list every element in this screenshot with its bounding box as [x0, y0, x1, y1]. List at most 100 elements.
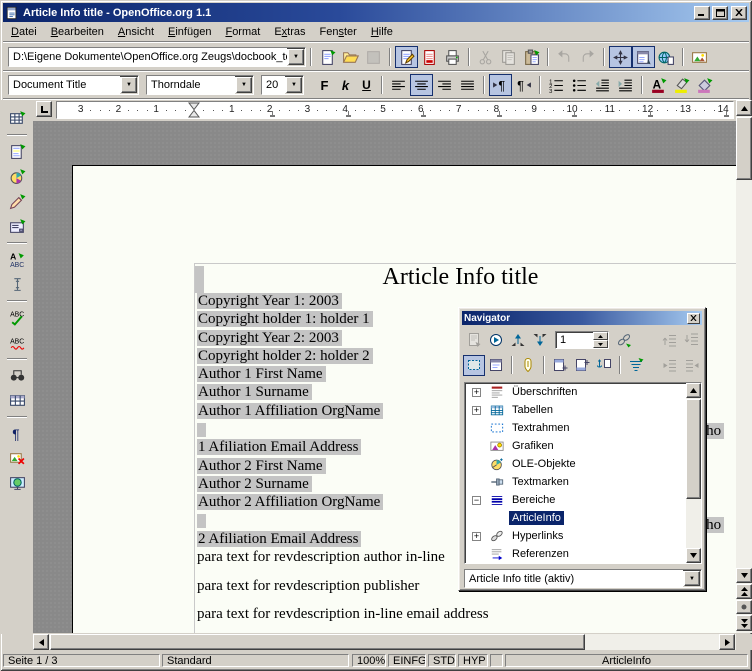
decrease-indent-button[interactable]: [591, 74, 614, 96]
menu-ansicht[interactable]: Ansicht: [111, 24, 161, 40]
tree-item-label[interactable]: ArticleInfo: [509, 511, 564, 525]
align-justify-button[interactable]: [456, 74, 479, 96]
menu-format[interactable]: Format: [218, 24, 267, 40]
minimize-button[interactable]: [694, 6, 710, 20]
autotext-button[interactable]: AABC: [4, 247, 30, 271]
font-color-button[interactable]: A: [647, 74, 670, 96]
menu-einfgen[interactable]: Einfügen: [161, 24, 218, 40]
tree-scroll-thumb[interactable]: [686, 399, 701, 499]
data-sources-button[interactable]: [4, 388, 30, 412]
status-page-style[interactable]: Standard: [162, 654, 349, 667]
tree-item-articleinfo[interactable]: ArticleInfo: [465, 509, 701, 527]
menu-datei[interactable]: Datei: [4, 24, 44, 40]
nonprinting-characters-button[interactable]: ¶: [4, 421, 30, 445]
list-box-button[interactable]: [463, 355, 485, 376]
close-button[interactable]: [731, 6, 747, 20]
spin-up-button[interactable]: [593, 332, 608, 340]
status-hyperlink-mode[interactable]: HYP: [458, 654, 488, 667]
tree-scroll-down-button[interactable]: [686, 548, 701, 563]
tree-item-grafiken[interactable]: Grafiken: [465, 437, 701, 455]
new-document-button[interactable]: [316, 46, 339, 68]
maximize-button[interactable]: [712, 6, 728, 20]
tree-item-label[interactable]: Grafiken: [509, 439, 557, 453]
document-title-text[interactable]: Article Info title: [197, 264, 724, 292]
font-name-combobox[interactable]: Thorndale ▼: [146, 75, 254, 95]
navigator-content-tree[interactable]: +Überschriften+TabellenTextrahmenGrafike…: [464, 382, 702, 564]
tree-scrollbar[interactable]: [686, 383, 701, 563]
navigator-close-button[interactable]: [687, 313, 700, 324]
numbering-button[interactable]: 123: [545, 74, 568, 96]
export-pdf-button[interactable]: [418, 46, 441, 68]
tree-item-textmarken[interactable]: Textmarken: [465, 473, 701, 491]
navigation-button[interactable]: [485, 330, 507, 351]
autospellcheck-button[interactable]: ABC: [4, 330, 30, 354]
tree-scroll-up-button[interactable]: [686, 383, 701, 398]
edit-file-button[interactable]: [395, 46, 418, 68]
scroll-right-button[interactable]: [719, 634, 735, 650]
scroll-left-button[interactable]: [33, 634, 49, 650]
insert-objects-button[interactable]: [4, 164, 30, 188]
navigator-title-bar[interactable]: Navigator: [462, 311, 702, 325]
increase-indent-button[interactable]: [614, 74, 637, 96]
stylist-button[interactable]: [632, 46, 655, 68]
tree-item-bereiche[interactable]: −Bereiche: [465, 491, 701, 509]
gallery-button[interactable]: [688, 46, 711, 68]
vertical-scroll-thumb[interactable]: [736, 117, 752, 180]
url-combobox[interactable]: D:\Eigene Dokumente\OpenOffice.org Zeugs…: [8, 47, 306, 67]
next-button[interactable]: [529, 330, 551, 351]
align-left-button[interactable]: [387, 74, 410, 96]
save-button[interactable]: [362, 46, 385, 68]
tree-item-verzeichnisse[interactable]: Verzeichnisse: [465, 563, 701, 564]
online-layout-button[interactable]: [4, 471, 30, 495]
tree-item-label[interactable]: Überschriften: [509, 385, 580, 399]
background-color-button[interactable]: [693, 74, 716, 96]
heading-levels-button[interactable]: [625, 355, 647, 376]
horizontal-scrollbar[interactable]: [33, 634, 736, 650]
tree-item-textrahmen[interactable]: Textrahmen: [465, 419, 701, 437]
style-dropdown-button[interactable]: ▼: [121, 77, 137, 93]
undo-button[interactable]: [553, 46, 576, 68]
draw-functions-button[interactable]: [4, 189, 30, 213]
scroll-up-button[interactable]: [736, 100, 752, 116]
paragraph-style-combobox[interactable]: Document Title ▼: [8, 75, 139, 95]
tree-item-hyperlinks[interactable]: +Hyperlinks: [465, 527, 701, 545]
align-center-button[interactable]: [410, 74, 433, 96]
paragraph-style-value[interactable]: Document Title: [9, 76, 120, 94]
direct-cursor-button[interactable]: [4, 272, 30, 296]
size-dropdown-button[interactable]: ▼: [286, 77, 302, 93]
left-to-right-button[interactable]: ¶: [489, 74, 512, 96]
menu-hilfe[interactable]: Hilfe: [364, 24, 400, 40]
paste-button[interactable]: [520, 46, 543, 68]
collapse-icon[interactable]: −: [472, 496, 481, 505]
status-zoom[interactable]: 100%: [352, 654, 386, 667]
right-to-left-button[interactable]: ¶: [512, 74, 535, 96]
bold-button[interactable]: F: [314, 74, 335, 96]
status-selection-mode[interactable]: STD: [428, 654, 456, 667]
insert-fields-button[interactable]: [4, 139, 30, 163]
scroll-down-button[interactable]: [736, 568, 752, 583]
graphics-on-off-button[interactable]: [4, 446, 30, 470]
tree-item-label[interactable]: Tabellen: [509, 403, 556, 417]
navigator-document-select[interactable]: Article Info title (aktiv) ▼: [464, 569, 702, 588]
spellcheck-button[interactable]: ABC: [4, 305, 30, 329]
tree-item-label[interactable]: Referenzen: [509, 547, 572, 561]
navigator-button[interactable]: [609, 46, 632, 68]
navigator-document-dropdown-button[interactable]: ▼: [684, 571, 700, 586]
vertical-scrollbar[interactable]: [736, 100, 752, 633]
page-number-value[interactable]: 1: [556, 332, 593, 348]
cut-button[interactable]: [474, 46, 497, 68]
tree-item-oleobjekte[interactable]: OLE-Objekte: [465, 455, 701, 473]
tree-item-berschriften[interactable]: +Überschriften: [465, 383, 701, 401]
status-insert-mode[interactable]: EINFG: [388, 654, 426, 667]
url-dropdown-button[interactable]: ▼: [288, 49, 304, 65]
font-size-combobox[interactable]: 20 ▼: [261, 75, 304, 95]
previous-button[interactable]: [507, 330, 529, 351]
tree-item-label[interactable]: Textrahmen: [509, 421, 572, 435]
content-view-button[interactable]: [485, 355, 507, 376]
tree-item-label[interactable]: OLE-Objekte: [509, 457, 579, 471]
redo-button[interactable]: [576, 46, 599, 68]
page-number-spinner[interactable]: 1: [555, 331, 609, 349]
promote-chapter-button[interactable]: [659, 330, 681, 351]
url-value[interactable]: D:\Eigene Dokumente\OpenOffice.org Zeugs…: [9, 48, 287, 66]
find-replace-button[interactable]: [4, 363, 30, 387]
